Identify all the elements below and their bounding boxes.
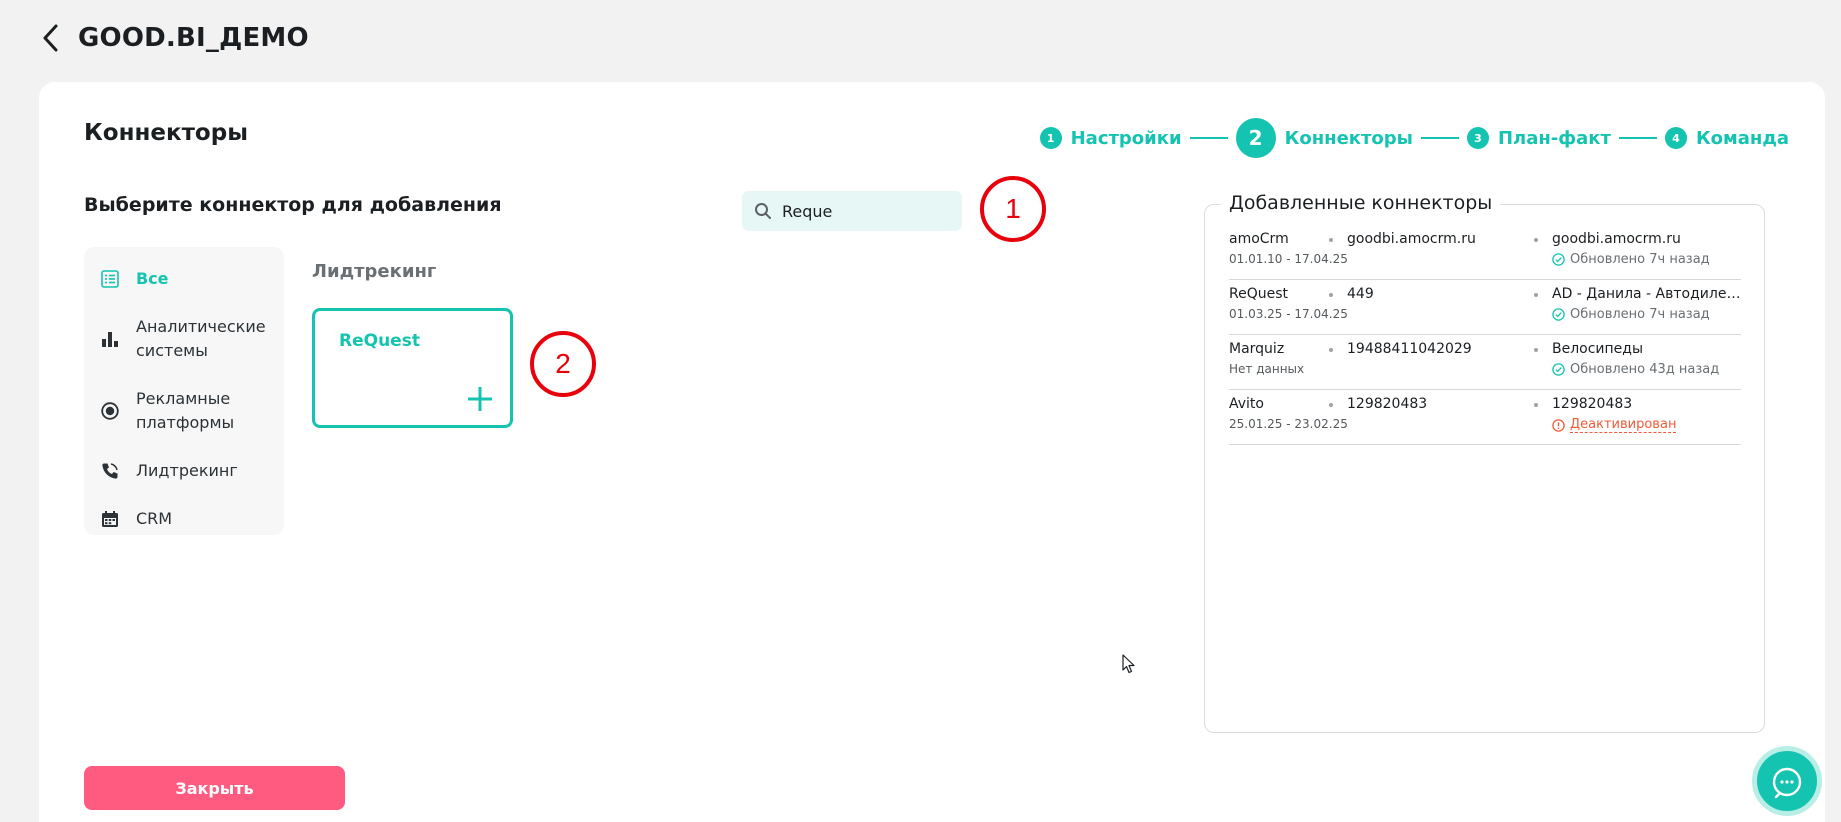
added-connectors-title: Добавленные коннекторы (1221, 192, 1501, 214)
sidebar-item-label: Все (136, 269, 169, 288)
list-item: ReQuest 01.03.25 - 17.04.25 449 AD - Дан… (1229, 280, 1742, 335)
project-name: goodbi.amocrm.ru (1552, 231, 1681, 247)
category-title: Лидтрекинг (312, 261, 437, 282)
check-circle-icon (1552, 363, 1565, 376)
separator-dot (1329, 403, 1333, 407)
plus-icon[interactable] (466, 385, 494, 413)
step-connector-line (1189, 137, 1228, 139)
sidebar-item-label: Рекламные платформы (136, 389, 235, 432)
back-button[interactable] (42, 22, 64, 54)
section-title: Выберите коннектор для добавления (84, 194, 502, 216)
account-id: 129820483 (1347, 396, 1428, 412)
connector-name: amoCrm (1229, 231, 1289, 247)
target-icon (100, 401, 120, 421)
sidebar-item-label: Лидтрекинг (136, 461, 238, 480)
step-connectors[interactable]: 2 Коннекторы (1235, 118, 1413, 158)
project-name: Велосипеды (1552, 341, 1644, 357)
date-range: Нет данных (1229, 362, 1305, 376)
separator-dot (1534, 293, 1538, 297)
status: Обновлено 7ч назад (1552, 307, 1710, 322)
search-box[interactable] (742, 191, 962, 231)
sidebar-item-ad-platforms[interactable]: Рекламные платформы (84, 375, 284, 447)
mouse-cursor-icon (1122, 654, 1135, 674)
sidebar-item-label: Аналитические системы (136, 317, 266, 360)
account-id: 449 (1347, 286, 1374, 302)
step-label: План-факт (1497, 127, 1611, 149)
separator-dot (1534, 403, 1538, 407)
connector-name: ReQuest (1229, 286, 1289, 302)
search-icon (755, 203, 771, 219)
step-connector-line (1420, 137, 1459, 139)
step-label: Настройки (1070, 127, 1182, 149)
step-label: Коннекторы (1284, 127, 1413, 149)
list-item: Avito 25.01.25 - 23.02.25 129820483 1298… (1229, 390, 1741, 445)
date-range: 01.01.10 - 17.04.25 (1229, 252, 1348, 266)
check-circle-icon (1552, 308, 1565, 321)
step-number: 4 (1664, 127, 1687, 149)
status[interactable]: Деактивирован (1552, 417, 1677, 433)
list-icon (100, 269, 120, 289)
chat-icon (1772, 767, 1802, 799)
connector-name: Avito (1229, 396, 1264, 412)
bar-chart-icon (100, 329, 120, 349)
separator-dot (1329, 348, 1333, 352)
added-connectors-panel: Добавленные коннекторы amoCrm 01.01.10 -… (1204, 192, 1765, 733)
chevron-left-icon (43, 24, 58, 52)
project-name: 129820483 (1552, 396, 1633, 412)
connector-card-request[interactable]: ReQuest (312, 308, 513, 428)
separator-dot (1329, 238, 1333, 242)
page-title: Коннекторы (84, 120, 248, 146)
list-item: amoCrm 01.01.10 - 17.04.25 goodbi.amocrm… (1229, 225, 1741, 280)
sidebar-item-analytics[interactable]: Аналитические системы (84, 303, 284, 375)
annotation-marker-2: 2 (530, 331, 596, 397)
step-team[interactable]: 4 Команда (1664, 127, 1789, 149)
separator-dot (1329, 293, 1333, 297)
separator-dot (1534, 238, 1538, 242)
category-sidebar: Все Аналитические системы Рекламные плат… (84, 247, 284, 535)
added-connectors-list: amoCrm 01.01.10 - 17.04.25 goodbi.amocrm… (1229, 225, 1742, 445)
status-text: Обновлено 7ч назад (1570, 307, 1710, 322)
check-circle-icon (1552, 253, 1565, 266)
app-title: GOOD.BI_ДЕМО (78, 23, 309, 53)
step-plan-fact[interactable]: 3 План-факт (1466, 127, 1611, 149)
step-settings[interactable]: 1 Настройки (1039, 127, 1182, 149)
step-connector-line (1618, 137, 1657, 139)
list-item: Marquiz Нет данных 19488411042029 Велоси… (1229, 335, 1741, 390)
sidebar-item-label: CRM (136, 509, 173, 528)
date-range: 25.01.25 - 23.02.25 (1229, 417, 1348, 431)
account-id: 19488411042029 (1347, 341, 1472, 357)
calendar-icon (100, 509, 120, 529)
chat-support-button[interactable] (1752, 746, 1822, 816)
stepper: 1 Настройки 2 Коннекторы 3 План-факт 4 К… (1039, 118, 1789, 158)
alert-circle-icon (1552, 418, 1565, 432)
status: Обновлено 43д назад (1552, 362, 1719, 377)
separator-dot (1534, 348, 1538, 352)
status-text: Деактивирован (1570, 417, 1677, 433)
step-number: 2 (1235, 118, 1276, 158)
connector-name: ReQuest (339, 331, 420, 351)
search-input[interactable] (782, 201, 942, 221)
connector-name: Marquiz (1229, 341, 1285, 357)
sidebar-item-all[interactable]: Все (84, 255, 284, 303)
date-range: 01.03.25 - 17.04.25 (1229, 307, 1348, 321)
step-label: Команда (1695, 127, 1789, 149)
project-name: AD - Данила - Автодилер ... (1552, 286, 1742, 302)
sidebar-item-crm[interactable]: CRM (84, 495, 284, 543)
status-text: Обновлено 43д назад (1570, 362, 1720, 377)
status-text: Обновлено 7ч назад (1570, 252, 1710, 267)
close-button[interactable]: Закрыть (84, 766, 345, 810)
account-id: goodbi.amocrm.ru (1347, 231, 1476, 247)
sidebar-item-leadtracking[interactable]: Лидтрекинг (84, 447, 284, 495)
annotation-marker-1: 1 (980, 176, 1046, 242)
status: Обновлено 7ч назад (1552, 252, 1710, 267)
phone-icon (100, 461, 120, 481)
main-card: Коннекторы 1 Настройки 2 Коннекторы 3 Пл… (39, 82, 1825, 822)
step-number: 3 (1466, 127, 1489, 149)
top-bar: GOOD.BI_ДЕМО (42, 18, 309, 58)
step-number: 1 (1039, 127, 1062, 149)
